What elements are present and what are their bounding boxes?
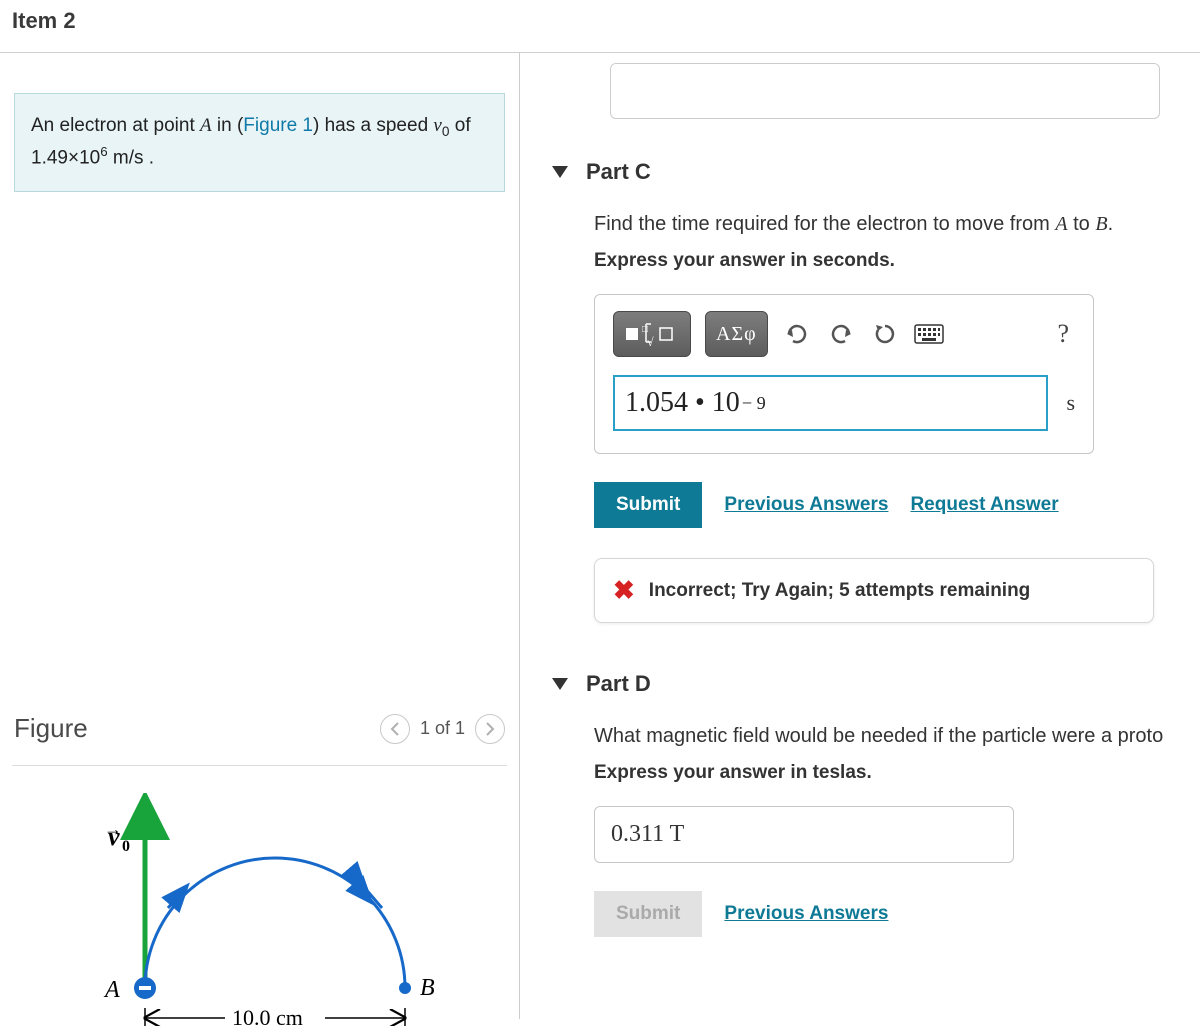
svg-text:B: B <box>420 975 435 1001</box>
part-d-question: What magnetic field would be needed if t… <box>594 725 1200 748</box>
answer-input[interactable]: 1.054 • 10− 9 <box>613 375 1048 431</box>
redo-icon[interactable] <box>826 319 856 349</box>
help-button[interactable]: ? <box>1051 319 1075 349</box>
undo-icon[interactable] <box>782 319 812 349</box>
part-c-instruction: Express your answer in seconds. <box>594 250 1200 272</box>
item-title: Item 2 <box>0 0 1200 52</box>
unit-label: s <box>1066 390 1075 416</box>
figure-next-button[interactable] <box>475 714 505 744</box>
feedback-box: ✖ Incorrect; Try Again; 5 attempts remai… <box>594 558 1154 623</box>
figure-link[interactable]: Figure 1 <box>243 115 313 136</box>
svg-text:10.0 cm: 10.0 cm <box>232 1005 303 1026</box>
figure-nav: 1 of 1 <box>380 714 505 744</box>
figure-page-label: 1 of 1 <box>420 718 465 739</box>
feedback-text: Incorrect; Try Again; 5 attempts remaini… <box>649 580 1031 602</box>
keyboard-icon[interactable] <box>914 319 944 349</box>
svg-text:0: 0 <box>122 838 130 855</box>
svg-text:→: → <box>104 819 122 839</box>
part-c-title: Part C <box>586 159 651 185</box>
greek-symbols-button[interactable]: ΑΣφ <box>705 311 768 357</box>
previous-answers-link[interactable]: Previous Answers <box>724 903 888 925</box>
part-d-instruction: Express your answer in teslas. <box>594 762 1200 784</box>
part-c-header[interactable]: Part C <box>520 119 1200 203</box>
problem-statement: An electron at point A in (Figure 1) has… <box>14 93 505 192</box>
part-d-title: Part D <box>586 671 651 697</box>
svg-text:√: √ <box>647 335 654 348</box>
caret-down-icon <box>552 166 568 178</box>
figure-heading: Figure <box>14 713 88 744</box>
answer-entry-frame: □ √ ΑΣφ <box>594 294 1094 454</box>
templates-button[interactable]: □ √ <box>613 311 691 357</box>
previous-answers-link[interactable]: Previous Answers <box>724 494 888 516</box>
part-d-header[interactable]: Part D <box>520 623 1200 715</box>
submit-button-disabled: Submit <box>594 891 702 937</box>
caret-down-icon <box>552 678 568 690</box>
figure-prev-button[interactable] <box>380 714 410 744</box>
part-c-question: Find the time required for the electron … <box>594 213 1200 236</box>
figure-diagram: v → 0 A B 10.0 cm <box>50 793 450 1026</box>
svg-text:□: □ <box>642 324 648 335</box>
request-answer-link[interactable]: Request Answer <box>910 494 1058 516</box>
reset-icon[interactable] <box>870 319 900 349</box>
part-d-answer-display: 0.311 T <box>594 806 1014 863</box>
incorrect-icon: ✖ <box>613 575 635 606</box>
previous-part-status-box <box>610 63 1160 119</box>
svg-text:A: A <box>103 977 120 1003</box>
submit-button[interactable]: Submit <box>594 482 702 528</box>
